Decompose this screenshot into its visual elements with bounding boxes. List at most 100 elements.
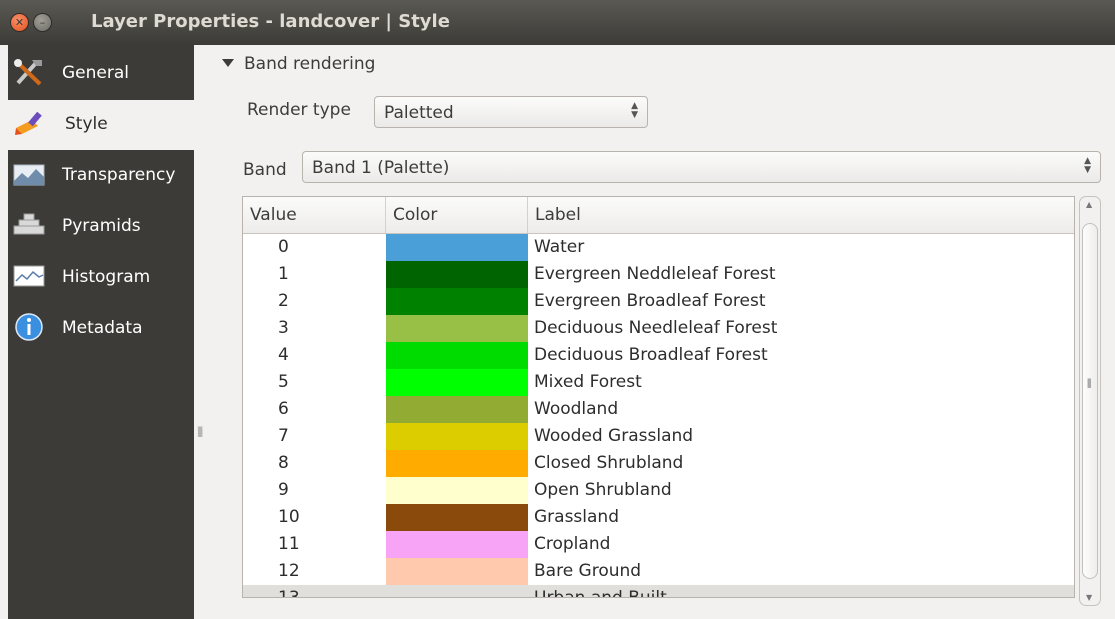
color-swatch-cell[interactable] xyxy=(386,315,528,342)
label-cell[interactable]: Wooded Grassland xyxy=(534,423,693,450)
label-cell[interactable]: Urban and Built xyxy=(534,585,667,597)
value-cell[interactable]: 0 xyxy=(243,234,386,261)
updown-arrows-icon: ▲ ▼ xyxy=(631,101,638,120)
render-type-label: Render type xyxy=(247,100,351,120)
scrollbar-thumb[interactable] xyxy=(1082,223,1098,579)
sidebar-item-metadata[interactable]: Metadata xyxy=(8,304,194,354)
sidebar-item-transparency[interactable]: Transparency xyxy=(8,151,194,201)
band-value: Band 1 (Palette) xyxy=(312,158,450,178)
scroll-down-icon[interactable]: ▼ xyxy=(1086,593,1092,602)
value-cell[interactable]: 8 xyxy=(243,450,386,477)
color-swatch-cell[interactable] xyxy=(386,531,528,558)
section-title: Band rendering xyxy=(244,54,376,74)
minimize-icon[interactable]: – xyxy=(34,14,51,31)
collapse-triangle-icon xyxy=(222,59,234,67)
table-row[interactable]: 12 Bare Ground xyxy=(243,558,1074,585)
label-cell[interactable]: Deciduous Broadleaf Forest xyxy=(534,342,768,369)
table-row[interactable]: 4 Deciduous Broadleaf Forest xyxy=(243,342,1074,369)
color-swatch-cell[interactable] xyxy=(386,450,528,477)
label-cell[interactable]: Woodland xyxy=(534,396,618,423)
sidebar-item-general[interactable]: General xyxy=(8,49,194,99)
table-row[interactable]: 2 Evergreen Broadleaf Forest xyxy=(243,288,1074,315)
value-cell[interactable]: 1 xyxy=(243,261,386,288)
sidebar-item-label: Histogram xyxy=(62,267,151,287)
tools-icon xyxy=(14,59,42,86)
label-cell[interactable]: Deciduous Needleleaf Forest xyxy=(534,315,777,342)
table-row[interactable]: 5 Mixed Forest xyxy=(243,369,1074,396)
sidebar-item-histogram[interactable]: Histogram xyxy=(8,253,194,303)
value-cell[interactable]: 5 xyxy=(243,369,386,396)
band-select[interactable]: Band 1 (Palette) ▲ ▼ xyxy=(302,151,1101,183)
color-swatch-cell[interactable] xyxy=(386,585,528,597)
color-swatch-cell[interactable] xyxy=(386,342,528,369)
color-swatch-cell[interactable] xyxy=(386,261,528,288)
transparency-icon xyxy=(13,164,45,186)
label-cell[interactable]: Cropland xyxy=(534,531,610,558)
sidebar-item-label: Pyramids xyxy=(62,216,141,236)
window-title: Layer Properties - landcover | Style xyxy=(91,11,450,32)
band-label: Band xyxy=(243,160,287,180)
sidebar-item-label: General xyxy=(62,63,129,83)
value-cell[interactable]: 2 xyxy=(243,288,386,315)
label-cell[interactable]: Evergreen Broadleaf Forest xyxy=(534,288,766,315)
paintbrush-icon xyxy=(15,111,42,135)
value-cell[interactable]: 4 xyxy=(243,342,386,369)
table-row[interactable]: 10 Grassland xyxy=(243,504,1074,531)
sidebar: General Style Transparency Pyramids Hist… xyxy=(8,45,194,619)
render-type-select[interactable]: Paletted ▲ ▼ xyxy=(374,96,648,128)
histogram-icon xyxy=(13,265,45,287)
value-cell[interactable]: 12 xyxy=(243,558,386,585)
label-cell[interactable]: Mixed Forest xyxy=(534,369,642,396)
value-cell[interactable]: 11 xyxy=(243,531,386,558)
label-cell[interactable]: Grassland xyxy=(534,504,619,531)
column-header-value[interactable]: Value xyxy=(243,197,386,233)
value-cell[interactable]: 6 xyxy=(243,396,386,423)
color-swatch-cell[interactable] xyxy=(386,558,528,585)
info-icon xyxy=(15,313,43,341)
value-cell[interactable]: 9 xyxy=(243,477,386,504)
value-cell[interactable]: 13 xyxy=(243,585,386,597)
table-row[interactable]: 6 Woodland xyxy=(243,396,1074,423)
color-swatch-cell[interactable] xyxy=(386,234,528,261)
sidebar-item-style[interactable]: Style xyxy=(8,100,194,150)
label-cell[interactable]: Water xyxy=(534,234,584,261)
sidebar-item-label: Metadata xyxy=(62,318,143,338)
table-row[interactable]: 0 Water xyxy=(243,234,1074,261)
sidebar-item-label: Style xyxy=(65,114,108,134)
color-swatch-cell[interactable] xyxy=(386,504,528,531)
band-rendering-header[interactable]: Band rendering xyxy=(222,54,375,74)
vertical-scrollbar[interactable]: ▲ ▪ ▪ ▪ ▼ xyxy=(1079,196,1101,606)
grip-icon: ▪ ▪ ▪ xyxy=(1087,376,1092,390)
table-row[interactable]: 3 Deciduous Needleleaf Forest xyxy=(243,315,1074,342)
color-swatch-cell[interactable] xyxy=(386,369,528,396)
close-icon[interactable]: ✕ xyxy=(11,14,28,31)
color-swatch-cell[interactable] xyxy=(386,288,528,315)
table-row[interactable]: 1 Evergreen Neddleleaf Forest xyxy=(243,261,1074,288)
render-type-value: Paletted xyxy=(384,103,454,123)
value-cell[interactable]: 3 xyxy=(243,315,386,342)
label-cell[interactable]: Bare Ground xyxy=(534,558,641,585)
updown-arrows-icon: ▲ ▼ xyxy=(1084,156,1091,175)
title-bar: ✕ – Layer Properties - landcover | Style xyxy=(0,0,1115,45)
splitter-handle[interactable]: ▪ ▪ ▪ xyxy=(197,425,203,440)
column-header-label[interactable]: Label xyxy=(528,197,1074,233)
scroll-up-icon[interactable]: ▲ xyxy=(1086,200,1092,209)
color-swatch-cell[interactable] xyxy=(386,396,528,423)
table-row[interactable]: 7 Wooded Grassland xyxy=(243,423,1074,450)
table-row[interactable]: 13 Urban and Built xyxy=(243,585,1074,597)
color-swatch-cell[interactable] xyxy=(386,477,528,504)
table-row[interactable]: 8 Closed Shrubland xyxy=(243,450,1074,477)
sidebar-item-label: Transparency xyxy=(62,165,176,185)
color-swatch-cell[interactable] xyxy=(386,423,528,450)
table-row[interactable]: 9 Open Shrubland xyxy=(243,477,1074,504)
label-cell[interactable]: Evergreen Neddleleaf Forest xyxy=(534,261,776,288)
palette-table[interactable]: Value Color Label 0 Water 1 Evergreen Neddl… xyxy=(242,196,1075,598)
table-row[interactable]: 11 Cropland xyxy=(243,531,1074,558)
value-cell[interactable]: 7 xyxy=(243,423,386,450)
label-cell[interactable]: Closed Shrubland xyxy=(534,450,683,477)
table-header: Value Color Label xyxy=(243,197,1074,234)
value-cell[interactable]: 10 xyxy=(243,504,386,531)
label-cell[interactable]: Open Shrubland xyxy=(534,477,672,504)
column-header-color[interactable]: Color xyxy=(386,197,528,233)
sidebar-item-pyramids[interactable]: Pyramids xyxy=(8,202,194,252)
